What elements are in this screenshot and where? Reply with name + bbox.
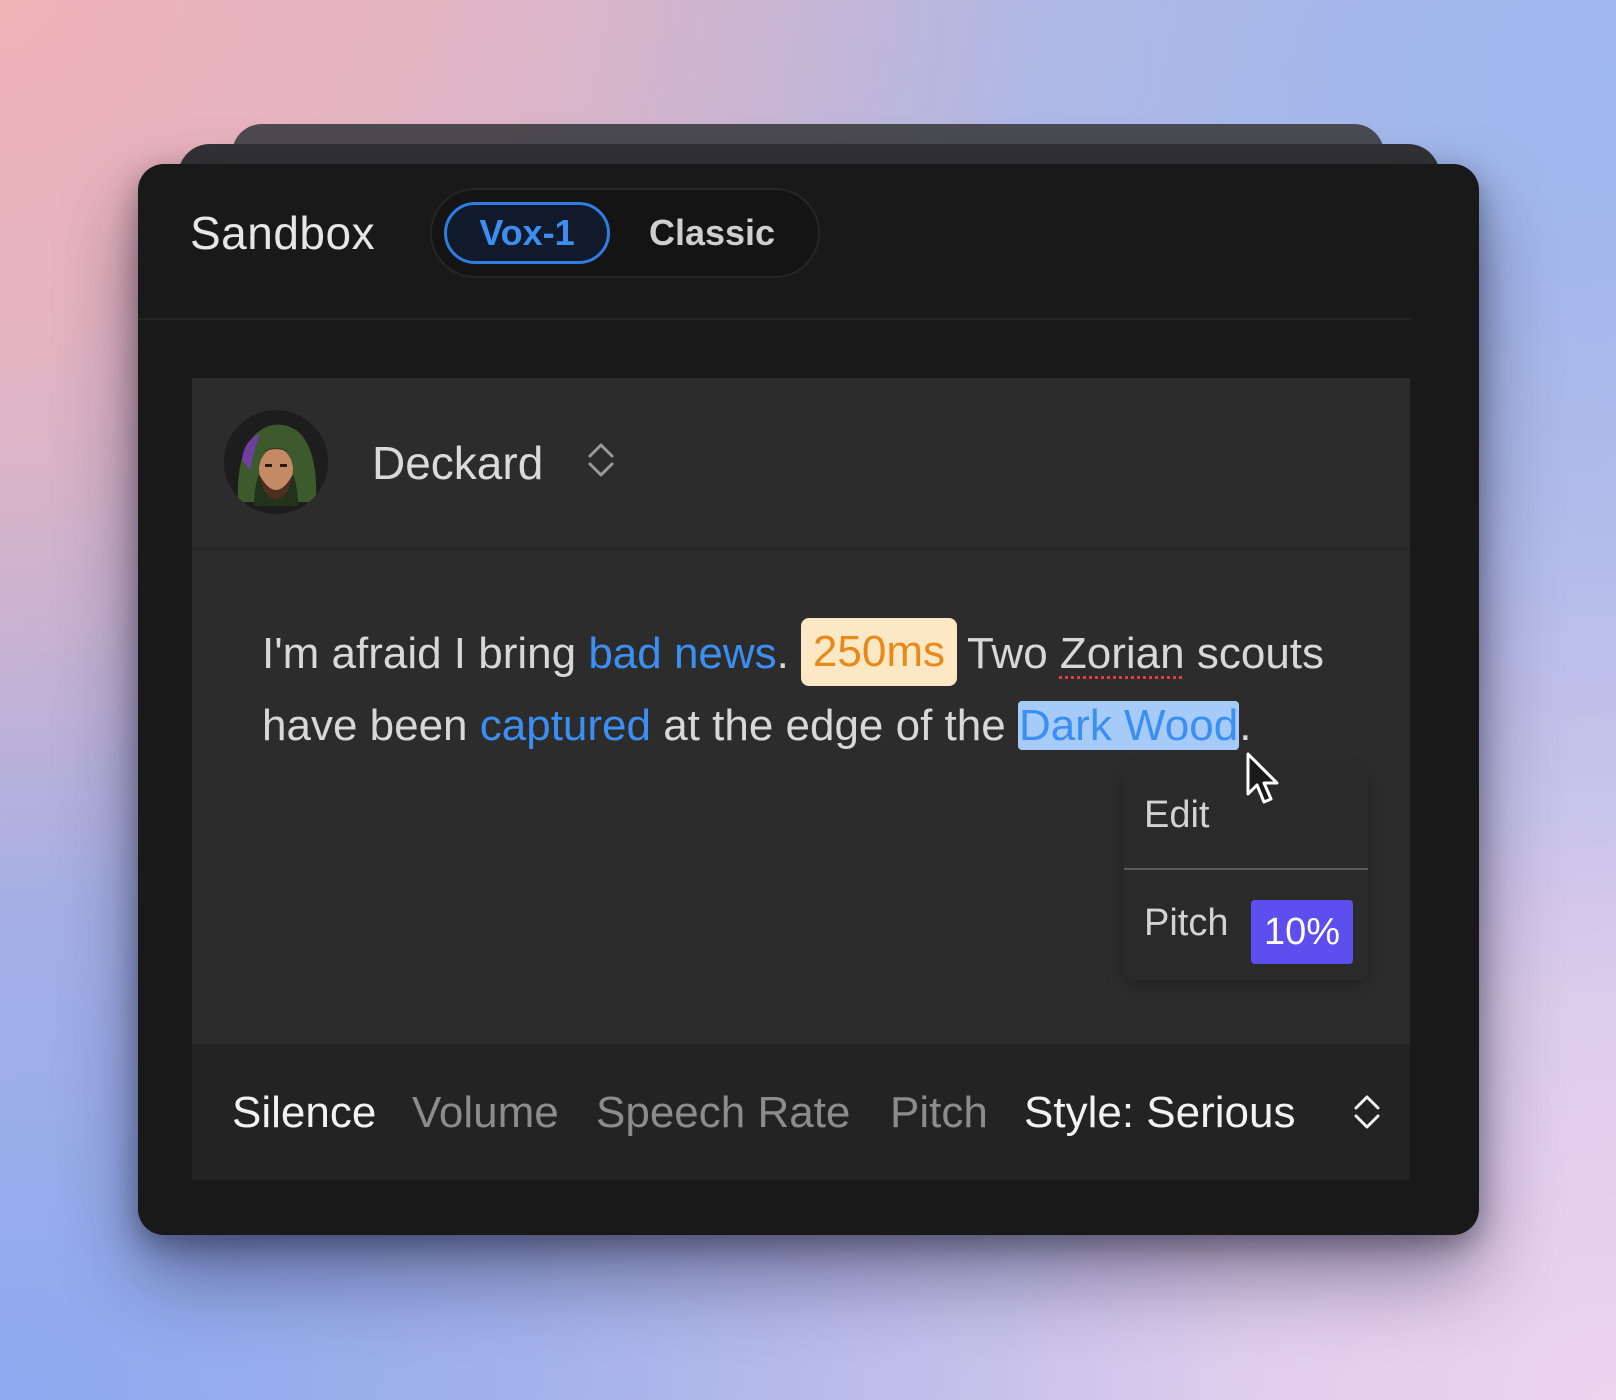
chevron-up-down-icon[interactable] [586, 440, 616, 480]
text-segment: at the edge of the [650, 701, 1018, 750]
tool-pitch[interactable]: Pitch [890, 1088, 988, 1138]
model-option-classic[interactable]: Classic [632, 202, 792, 264]
tool-silence[interactable]: Silence [232, 1088, 376, 1138]
avatar[interactable] [224, 410, 328, 514]
misspelled-word[interactable]: Zorian [1060, 629, 1185, 678]
model-toggle: Vox-1 Classic [430, 188, 820, 278]
menu-item-label: Edit [1144, 794, 1210, 836]
style-selector[interactable]: Style: Serious [1024, 1088, 1295, 1138]
hooded-character-portrait [224, 410, 328, 514]
sandbox-window: Sandbox Vox-1 Classic Deckard I'm afraid… [138, 164, 1479, 1235]
emphasis-keyword[interactable]: bad news [588, 629, 776, 678]
text-segment: have been [262, 701, 480, 750]
app-title: Sandbox [190, 207, 376, 259]
text-segment: I'm afraid I bring [262, 629, 589, 678]
voice-name[interactable]: Deckard [372, 436, 543, 490]
script-line: I'm afraid I bring bad news. 250ms Two Zor… [262, 618, 1382, 690]
mouse-pointer-icon [1246, 752, 1279, 804]
voice-header: Deckard [192, 378, 1410, 550]
model-option-vox-1[interactable]: Vox-1 [444, 202, 610, 264]
header-divider [138, 318, 1411, 320]
tool-volume[interactable]: Volume [412, 1088, 559, 1138]
script-text[interactable]: I'm afraid I bring bad news. 250ms Two Zor… [262, 618, 1382, 762]
text-segment: Two [966, 629, 1060, 678]
text-segment: scouts [1184, 629, 1325, 678]
prosody-toolbar: Silence Volume Speech Rate Pitch Style: … [192, 1044, 1410, 1180]
emphasis-keyword[interactable]: captured [480, 701, 651, 750]
pitch-value-badge: 10% [1251, 900, 1353, 964]
script-line: have been captured at the edge of the Da… [262, 690, 1382, 762]
tool-speech-rate[interactable]: Speech Rate [596, 1088, 850, 1138]
chevron-up-down-icon[interactable] [1352, 1092, 1382, 1132]
pause-tag[interactable]: 250ms [800, 618, 957, 687]
menu-item-label: Pitch [1144, 902, 1229, 944]
text-segment: . [776, 629, 789, 678]
selected-text[interactable]: Dark Wood [1017, 701, 1240, 750]
menu-item-pitch[interactable]: Pitch 10% [1124, 870, 1368, 980]
script-editor: Deckard I'm afraid I bring bad news. 250m… [192, 378, 1410, 1180]
text-segment: . [1239, 701, 1252, 750]
